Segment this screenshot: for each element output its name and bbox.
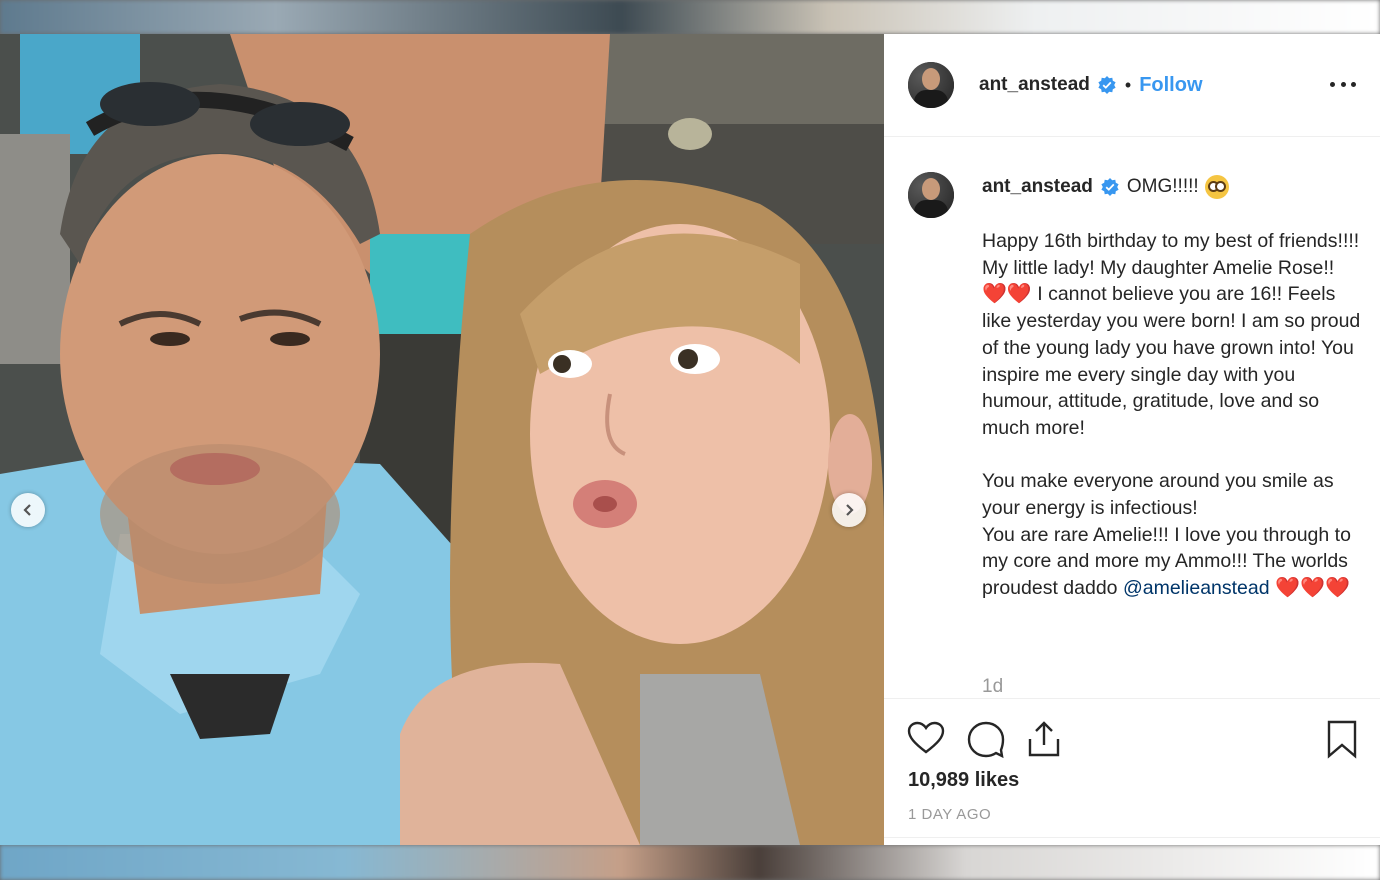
caption-avatar[interactable] xyxy=(908,172,954,218)
caption-text-segment: Happy 16th birthday to my best of friend… xyxy=(982,230,1360,279)
separator-dot: • xyxy=(1124,74,1132,95)
follow-button[interactable]: Follow xyxy=(1139,74,1202,97)
caption-area: ant_anstead OMG!!!!! Happy 16th birthday… xyxy=(884,138,1380,698)
comment-icon[interactable] xyxy=(966,719,1006,759)
post-date[interactable]: 1 DAY AGO xyxy=(908,806,991,823)
caption-text-segment: I cannot believe you are 16!! Feels like… xyxy=(982,283,1361,439)
verified-badge-icon xyxy=(1098,76,1116,94)
next-photo-button[interactable] xyxy=(832,493,866,527)
chevron-left-icon xyxy=(23,504,31,516)
red-heart-emoji-icon: ❤️❤️❤️ xyxy=(1269,577,1350,600)
mention-link[interactable]: @amelieanstead xyxy=(1123,577,1270,599)
likes-count[interactable]: 10,989 likes xyxy=(908,769,1019,792)
selfie-photo-illustration xyxy=(0,34,884,845)
caption-text: Happy 16th birthday to my best of friend… xyxy=(982,228,1362,602)
username-link[interactable]: ant_anstead xyxy=(979,74,1090,96)
previous-photo-button[interactable] xyxy=(11,493,45,527)
bookmark-save-icon[interactable] xyxy=(1322,719,1362,759)
more-options-icon[interactable] xyxy=(1330,74,1356,94)
caption-username-link[interactable]: ant_anstead xyxy=(982,176,1093,198)
red-heart-emoji-icon: ❤️❤️ xyxy=(982,283,1032,306)
caption-paragraph-1: Happy 16th birthday to my best of friend… xyxy=(982,228,1362,442)
blurred-background-top xyxy=(0,0,1380,34)
share-icon[interactable] xyxy=(1024,719,1064,759)
post-actions: 10,989 likes 1 DAY AGO xyxy=(884,698,1380,845)
verified-badge-icon xyxy=(1101,178,1119,196)
flushed-face-emoji-icon xyxy=(1204,175,1229,199)
post-side-panel: ant_anstead • Follow ant_anstead OMG!!!!… xyxy=(884,34,1380,845)
chevron-right-icon xyxy=(846,504,854,516)
caption-text-segment: You make everyone around you smile as yo… xyxy=(982,470,1334,520)
caption-header: ant_anstead OMG!!!!! xyxy=(982,172,1362,202)
caption-paragraph-2: You make everyone around you smile as yo… xyxy=(982,468,1362,602)
comment-timestamp[interactable]: 1d xyxy=(982,676,1003,698)
post-header: ant_anstead • Follow xyxy=(884,34,1380,137)
heart-like-icon[interactable] xyxy=(906,719,946,759)
divider xyxy=(884,837,1380,838)
avatar[interactable] xyxy=(908,62,954,108)
post-photo xyxy=(0,34,884,845)
blurred-background-bottom xyxy=(0,845,1380,880)
caption-opener: OMG!!!!! xyxy=(1126,176,1199,197)
